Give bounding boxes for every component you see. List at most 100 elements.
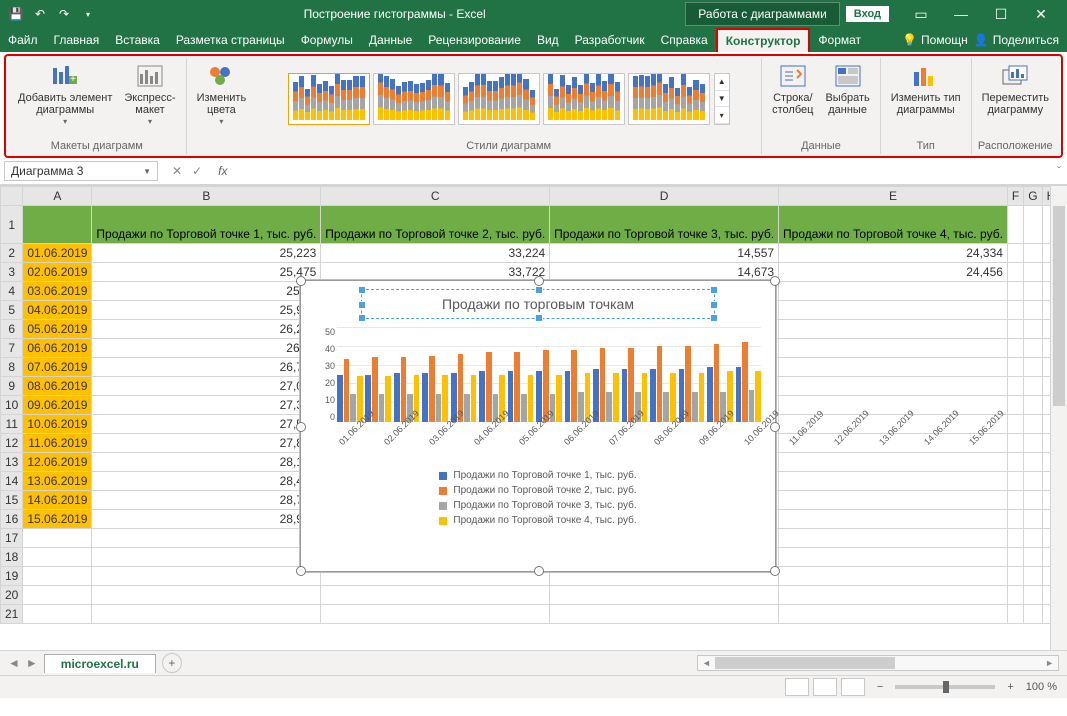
row-header[interactable]: 21 [1,605,23,624]
sign-in-button[interactable]: Вход [846,6,889,22]
data-cell[interactable] [779,301,1008,320]
chart-style-thumb[interactable] [543,73,625,125]
date-cell[interactable]: 05.06.2019 [23,320,92,339]
data-cell[interactable]: 28,706 [92,491,321,510]
sheet-nav-next-icon[interactable]: ► [26,656,38,670]
header-cell[interactable] [23,206,92,244]
row-header[interactable]: 18 [1,548,23,567]
gallery-up-icon[interactable]: ▲ [715,74,729,91]
date-cell[interactable]: 14.06.2019 [23,491,92,510]
column-header[interactable]: A [23,187,92,206]
share-button[interactable]: 👤 Поделиться [974,33,1059,47]
data-cell[interactable]: 25,73 [92,282,321,301]
chart-handle[interactable] [534,566,544,576]
chart-handle[interactable] [296,276,306,286]
data-cell[interactable]: 24,456 [779,263,1008,282]
zoom-slider[interactable] [895,685,995,689]
tab-формулы[interactable]: Формулы [293,28,361,52]
chart-styles-gallery[interactable] [288,73,710,125]
date-cell[interactable]: 12.06.2019 [23,453,92,472]
date-cell[interactable]: 03.06.2019 [23,282,92,301]
row-header[interactable]: 9 [1,377,23,396]
chart-style-thumb[interactable] [288,73,370,125]
chart-legend[interactable]: Продажи по Торговой точке 1, тыс. руб.Пр… [439,470,636,526]
data-cell[interactable]: 28,422 [92,472,321,491]
row-header[interactable]: 15 [1,491,23,510]
data-cell[interactable]: 25,223 [92,244,321,263]
tab-формат[interactable]: Формат [810,28,869,52]
zoom-level[interactable]: 100 % [1026,681,1057,693]
move-chart-button[interactable]: Переместить диаграмму [978,60,1053,118]
data-cell[interactable] [779,377,1008,396]
name-box[interactable]: Диаграмма 3▼ [4,161,158,181]
tab-разметка страницы[interactable]: Разметка страницы [168,28,293,52]
row-header[interactable]: 5 [1,301,23,320]
column-header[interactable]: E [779,187,1008,206]
chart-handle[interactable] [534,276,544,286]
row-header[interactable]: 7 [1,339,23,358]
embedded-chart[interactable]: Продажи по торговым точкам 50403020100 0… [300,280,776,572]
date-cell[interactable]: 08.06.2019 [23,377,92,396]
data-cell[interactable]: 28,141 [92,453,321,472]
qat-customize-icon[interactable]: ▾ [80,6,96,22]
data-cell[interactable] [779,472,1008,491]
change-colors-button[interactable]: Изменить цвета [193,60,251,129]
redo-icon[interactable]: ↷ [56,6,72,22]
header-cell[interactable]: Продажи по Торговой точке 1, тыс. руб. [92,206,321,244]
data-cell[interactable] [779,396,1008,415]
zoom-out-icon[interactable]: − [877,681,883,693]
row-header[interactable]: 6 [1,320,23,339]
column-header[interactable]: F [1007,187,1023,206]
view-page-break-button[interactable] [841,678,865,696]
quick-layout-button[interactable]: Экспресс- макет [120,60,179,129]
data-cell[interactable]: 26,775 [92,358,321,377]
worksheet-grid[interactable]: ABCDEFGHIJ1Продажи по Торговой точке 1, … [0,185,1067,650]
cancel-formula-icon[interactable]: ✕ [172,164,182,178]
add-sheet-button[interactable]: + [162,653,182,673]
row-header[interactable]: 13 [1,453,23,472]
collapse-ribbon-icon[interactable]: ˇ [1051,164,1067,178]
row-header[interactable]: 8 [1,358,23,377]
sheet-tab-active[interactable]: microexcel.ru [44,654,156,673]
gallery-more-icon[interactable]: ▾ [715,107,729,124]
tab-конструктор[interactable]: Конструктор [716,28,811,52]
data-cell[interactable]: 27,862 [92,434,321,453]
data-cell[interactable]: 28,993 [92,510,321,529]
horizontal-scrollbar[interactable]: ◄► [697,655,1059,671]
data-cell[interactable] [779,453,1008,472]
data-cell[interactable]: 33,224 [321,244,550,263]
close-icon[interactable]: ✕ [1027,6,1055,23]
row-header[interactable]: 4 [1,282,23,301]
row-header[interactable]: 16 [1,510,23,529]
column-header[interactable]: B [92,187,321,206]
maximize-icon[interactable]: ☐ [987,6,1015,23]
data-cell[interactable] [779,358,1008,377]
date-cell[interactable]: 13.06.2019 [23,472,92,491]
data-cell[interactable] [779,282,1008,301]
data-cell[interactable]: 27,313 [92,396,321,415]
tab-данные[interactable]: Данные [361,28,420,52]
legend-item[interactable]: Продажи по Торговой точке 3, тыс. руб. [439,500,636,511]
chart-handle[interactable] [296,422,306,432]
enter-formula-icon[interactable]: ✓ [192,164,202,178]
row-header[interactable]: 2 [1,244,23,263]
tab-файл[interactable]: Файл [0,28,46,52]
switch-row-column-button[interactable]: Строка/ столбец [768,60,817,118]
zoom-in-icon[interactable]: + [1007,681,1013,693]
view-page-layout-button[interactable] [813,678,837,696]
row-header[interactable]: 10 [1,396,23,415]
data-cell[interactable]: 27,042 [92,377,321,396]
date-cell[interactable]: 11.06.2019 [23,434,92,453]
tab-главная[interactable]: Главная [46,28,108,52]
row-header[interactable]: 20 [1,586,23,605]
sheet-nav-prev-icon[interactable]: ◄ [8,656,20,670]
row-header[interactable]: 19 [1,567,23,586]
row-header[interactable]: 14 [1,472,23,491]
tab-вид[interactable]: Вид [529,28,567,52]
select-data-button[interactable]: Выбрать данные [821,60,873,118]
row-header[interactable]: 1 [1,206,23,244]
fx-icon[interactable]: fx [212,164,233,178]
column-header[interactable]: C [321,187,550,206]
data-cell[interactable]: 33,722 [321,263,550,282]
date-cell[interactable]: 01.06.2019 [23,244,92,263]
